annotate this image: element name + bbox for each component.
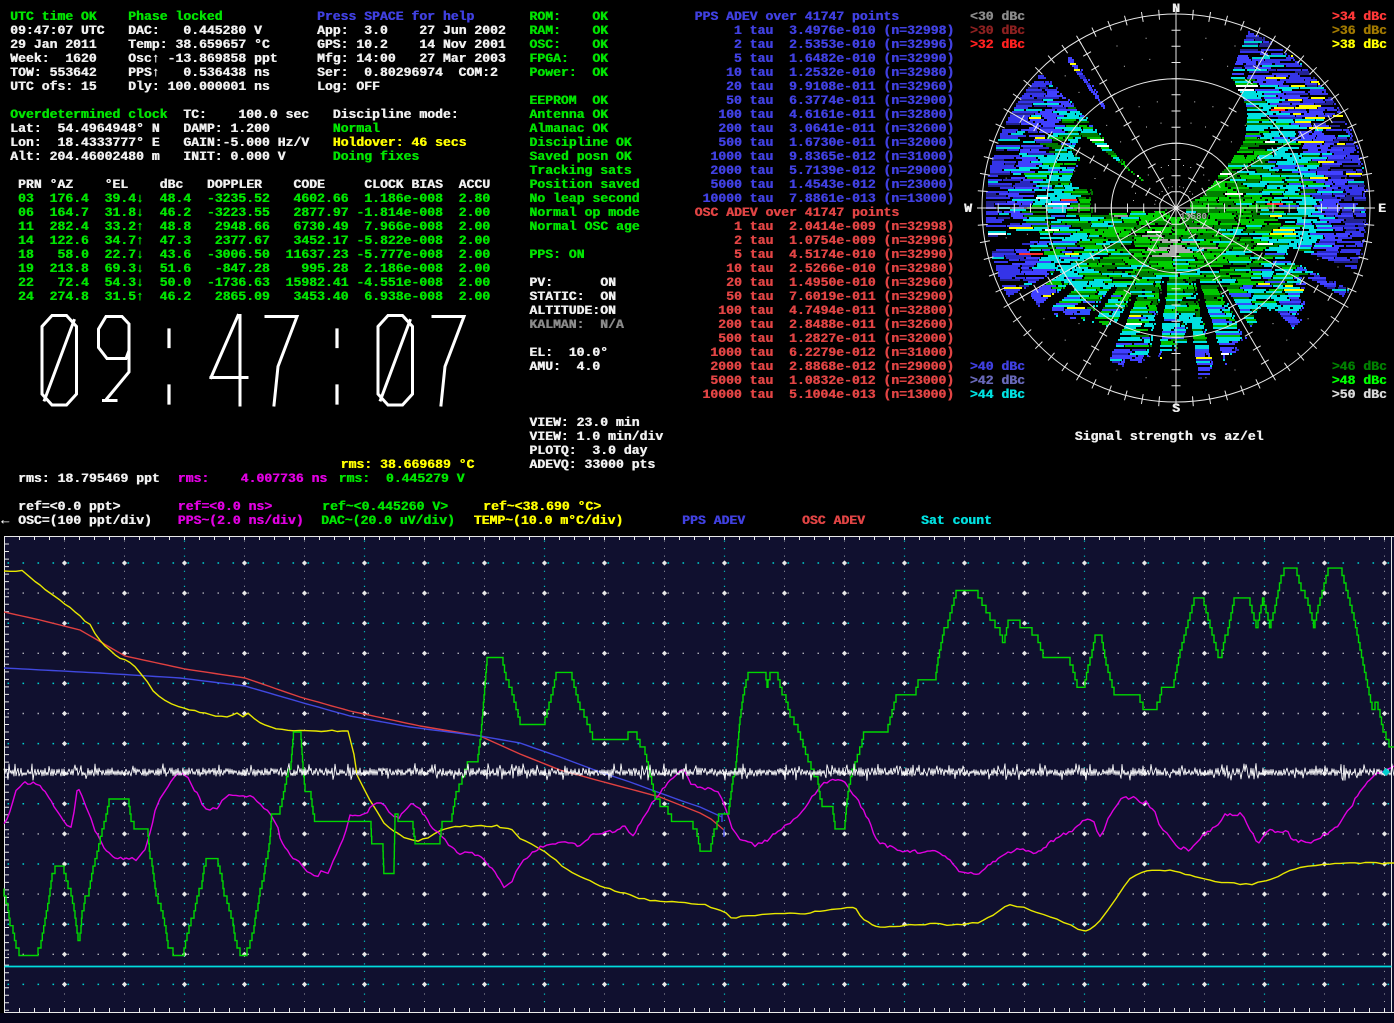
svg-text:13580: 13580	[1180, 212, 1207, 222]
